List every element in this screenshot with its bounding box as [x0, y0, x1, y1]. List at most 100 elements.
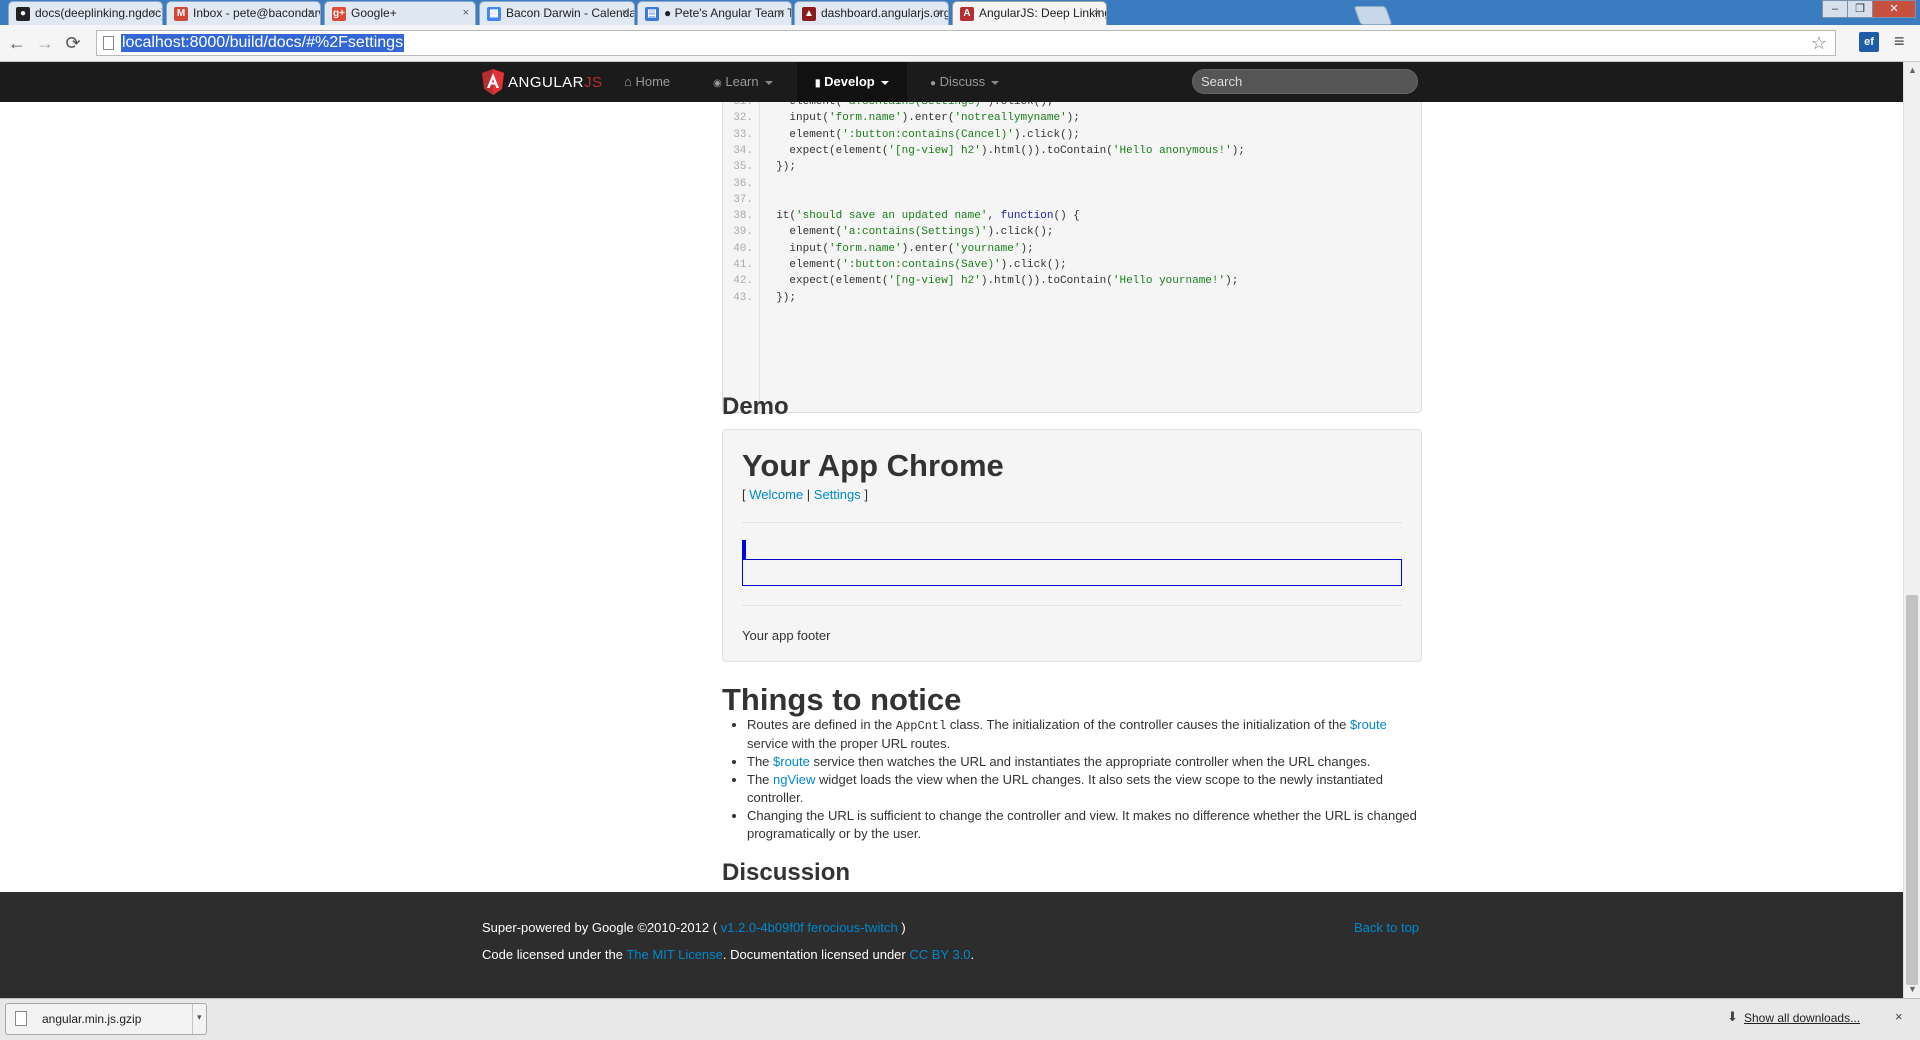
- page-scrollbar[interactable]: ▲ ▼: [1903, 62, 1920, 998]
- scroll-up-icon[interactable]: ▲: [1908, 65, 1917, 75]
- code-text: expect(element('[ng-view] h2').html()).t…: [763, 144, 1245, 157]
- new-tab-button[interactable]: [1353, 6, 1393, 25]
- url-text[interactable]: localhost:8000/build/docs/#%2Fsettings: [121, 34, 405, 52]
- ng-view-area[interactable]: [742, 559, 1402, 586]
- api-link[interactable]: $route: [773, 754, 810, 769]
- notice-text: Changing the URL is sufficient to change…: [747, 808, 1417, 841]
- nav-develop[interactable]: ▮ Develop: [797, 62, 907, 102]
- maximize-button[interactable]: ❐: [1847, 0, 1873, 18]
- notice-item: The ngView widget loads the view when th…: [747, 771, 1422, 807]
- book-icon: ▮: [815, 78, 821, 89]
- code-line: 42. expect(element('[ng-view] h2').html(…: [723, 271, 1238, 291]
- extension-icon[interactable]: ef: [1859, 32, 1879, 52]
- browser-tab-title: AngularJS: Deep Linking: [979, 6, 1107, 20]
- browser-tab-title: Google+: [351, 6, 397, 20]
- code-text: it('should save an updated name', functi…: [763, 210, 1080, 223]
- close-tab-icon[interactable]: ×: [1094, 2, 1100, 25]
- back-button[interactable]: ←: [6, 32, 28, 54]
- eye-icon: ◉: [713, 78, 722, 89]
- back-to-top-link[interactable]: Back to top: [1354, 920, 1419, 935]
- file-icon: [15, 1011, 27, 1026]
- api-link[interactable]: $route: [1350, 717, 1387, 732]
- code-text: element('a:contains(Settings)').click();: [763, 226, 1054, 239]
- code-text: });: [763, 291, 797, 304]
- close-tab-icon[interactable]: ×: [779, 2, 785, 25]
- scrollbar-thumb[interactable]: [1906, 595, 1918, 985]
- download-icon: ⬇: [1727, 1009, 1738, 1024]
- close-window-button[interactable]: ✕: [1872, 0, 1916, 18]
- chrome-menu-icon[interactable]: ≡: [1894, 31, 1905, 52]
- notice-text: Routes are defined in the: [747, 717, 896, 732]
- divider: [742, 605, 1402, 606]
- discussion-heading: Discussion: [722, 859, 851, 886]
- browser-tab-title: dashboard.angularjs.org: [821, 6, 949, 20]
- demo-app-title: Your App Chrome: [742, 448, 1004, 483]
- settings-link[interactable]: Settings: [814, 487, 861, 502]
- cc-license-link[interactable]: CC BY 3.0: [909, 947, 970, 962]
- close-tab-icon[interactable]: ×: [463, 2, 469, 25]
- page-viewport: ANGULARJS ⌂ Home ◉ Learn ▮ Develop ● Dis…: [0, 62, 1903, 998]
- angular-shield-icon: [482, 69, 504, 95]
- browser-tab[interactable]: ▲ dashboard.angularjs.org ×: [794, 1, 949, 25]
- show-all-downloads-link[interactable]: Show all downloads...: [1744, 1011, 1860, 1025]
- browser-tab[interactable]: M Inbox - pete@bacondarwin... ×: [166, 1, 321, 25]
- mit-license-link[interactable]: The MIT License: [626, 947, 723, 962]
- address-bar[interactable]: localhost:8000/build/docs/#%2Fsettings ☆: [96, 30, 1836, 56]
- code-line: 43. });: [723, 288, 796, 308]
- version-link[interactable]: v1.2.0-4b09f0f ferocious-twitch: [721, 920, 898, 935]
- code-text: input('form.name').enter('yourname');: [763, 242, 1034, 255]
- page-icon: [103, 36, 114, 50]
- download-menu-icon[interactable]: ▾: [197, 1012, 202, 1023]
- angular-icon: A: [960, 7, 974, 21]
- nav-home-label: Home: [635, 74, 671, 89]
- gmail-icon: M: [174, 7, 188, 21]
- notice-text: service with the proper URL routes.: [747, 736, 951, 751]
- notice-heading: Things to notice: [722, 682, 962, 717]
- welcome-link[interactable]: Welcome: [749, 487, 803, 502]
- brand-main: ANGULAR: [508, 74, 585, 91]
- footer-text: ): [897, 920, 906, 935]
- close-tab-icon[interactable]: ×: [622, 2, 628, 25]
- nav-discuss-label: Discuss: [939, 74, 986, 89]
- browser-tab[interactable]: ▦ Bacon Darwin - Calendar ×: [479, 1, 635, 25]
- notice-text: The: [747, 754, 774, 769]
- footer-text: Code licensed under the: [482, 947, 627, 962]
- site-navbar: ANGULARJS ⌂ Home ◉ Learn ▮ Develop ● Dis…: [0, 62, 1903, 102]
- text-cursor: [742, 540, 746, 559]
- notice-text: class. The initialization of the control…: [946, 717, 1351, 732]
- inline-code: AppCntl: [895, 719, 947, 733]
- browser-tab[interactable]: g+ Google+ ×: [324, 1, 476, 25]
- divider: [742, 522, 1402, 523]
- browser-tab[interactable]: ● docs(deeplinking.ngdoc): ... ×: [8, 1, 163, 25]
- footer-license: Code licensed under the The MIT License.…: [482, 947, 974, 962]
- browser-tab-title: docs(deeplinking.ngdoc): ...: [35, 6, 163, 20]
- nav-learn[interactable]: ◉ Learn: [713, 62, 773, 102]
- close-tab-icon[interactable]: ×: [150, 2, 156, 25]
- search-input[interactable]: [1192, 69, 1418, 94]
- browser-tab[interactable]: ▤ ● Pete's Angular Team Ta... ×: [637, 1, 792, 25]
- site-footer: Super-powered by Google ©2010-2012 ( v1.…: [0, 892, 1903, 998]
- google-plus-icon: g+: [332, 7, 346, 21]
- browser-tab-active[interactable]: A AngularJS: Deep Linking ×: [952, 1, 1107, 25]
- code-line: 34. expect(element('[ng-view] h2').html(…: [723, 141, 1245, 161]
- calendar-icon: ▦: [487, 7, 501, 21]
- forward-button[interactable]: →: [34, 32, 56, 54]
- nav-discuss[interactable]: ● Discuss: [930, 62, 1000, 102]
- comment-icon: ●: [930, 78, 937, 89]
- footer-text: Super-powered by Google ©2010-2012 (: [482, 920, 721, 935]
- close-shelf-icon[interactable]: ×: [1895, 1009, 1903, 1024]
- close-tab-icon[interactable]: ×: [308, 2, 314, 25]
- close-tab-icon[interactable]: ×: [936, 2, 942, 25]
- browser-tab-title: Inbox - pete@bacondarwin...: [193, 6, 320, 20]
- code-text: expect(element('[ng-view] h2').html()).t…: [763, 275, 1239, 288]
- bookmark-star-icon[interactable]: ☆: [1811, 33, 1827, 54]
- reload-button[interactable]: ⟳: [62, 32, 84, 54]
- minimize-button[interactable]: –: [1822, 0, 1848, 18]
- nav-home[interactable]: ⌂ Home: [624, 62, 670, 102]
- browser-tab-title: Bacon Darwin - Calendar: [506, 6, 635, 20]
- download-item[interactable]: angular.min.js.gzip ▾: [5, 1003, 207, 1035]
- scroll-down-icon[interactable]: ▼: [1908, 984, 1917, 994]
- footer-powered: Super-powered by Google ©2010-2012 ( v1.…: [482, 920, 906, 935]
- footer-text: .: [970, 947, 975, 962]
- api-link[interactable]: ngView: [773, 772, 815, 787]
